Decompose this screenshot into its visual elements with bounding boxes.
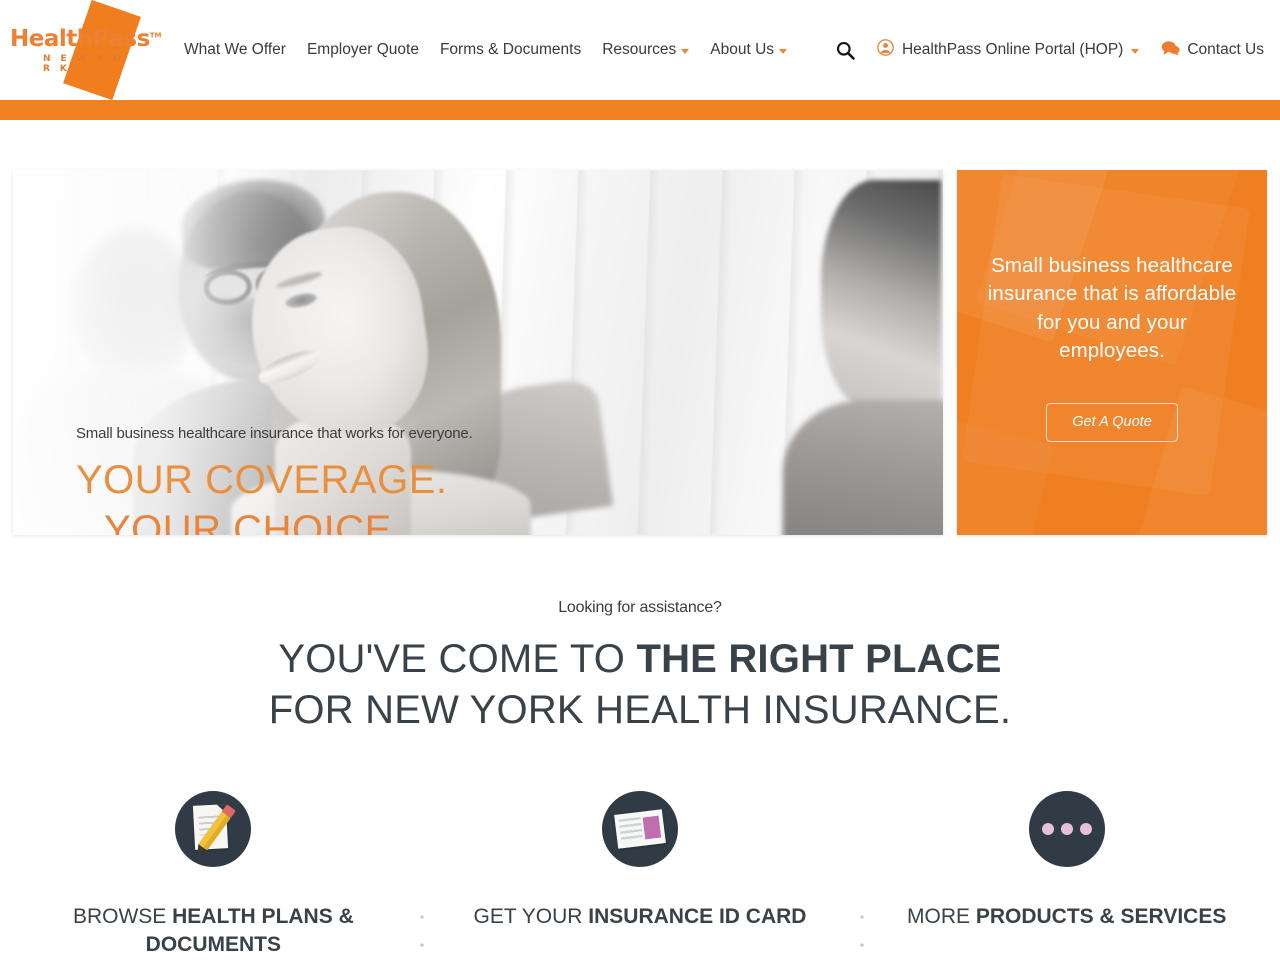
- feature-label-bold: PRODUCTS & SERVICES: [975, 905, 1227, 929]
- hero-headline-line2: YOUR CHOICE.: [104, 508, 404, 535]
- card-lines: [618, 817, 644, 844]
- card-photo-block: [642, 816, 662, 840]
- portal-label: HealthPass Online Portal (HOP): [901, 41, 1124, 58]
- contact-label: Contact Us: [1187, 41, 1264, 58]
- nav-item-employer-quote[interactable]: Employer Quote: [307, 41, 419, 59]
- logo-text: HealthPassTM N E W Y O R K: [10, 26, 162, 75]
- assistance-kicker: Looking for assistance?: [558, 599, 722, 616]
- feature-label: GET YOUR INSURANCE ID CARD: [455, 903, 826, 930]
- dot: [1079, 823, 1092, 836]
- logo-subtitle: N E W Y O R K: [43, 54, 124, 74]
- nav-item-resources[interactable]: Resources: [602, 41, 690, 59]
- chevron-down-icon: [1131, 48, 1140, 54]
- feature-insurance-id-card[interactable]: GET YOUR INSURANCE ID CARD: [427, 791, 854, 958]
- hero-kicker: Small business healthcare insurance that…: [76, 425, 473, 442]
- nav-item-about-us[interactable]: About Us: [710, 41, 788, 59]
- chat-bubbles-icon: [1161, 40, 1180, 61]
- portal-menu[interactable]: HealthPass Online Portal (HOP): [877, 39, 1140, 61]
- hero-photo: Small business healthcare insurance that…: [13, 170, 943, 535]
- accent-bar: [0, 100, 1280, 120]
- nav-label: About Us: [710, 41, 775, 58]
- hero-section: Small business healthcare insurance that…: [0, 120, 1280, 535]
- ellipsis-icon[interactable]: [1028, 791, 1105, 868]
- feature-label-bold: HEALTH PLANS & DOCUMENTS: [145, 905, 354, 956]
- logo-tm: TM: [149, 31, 162, 40]
- nav-label: Resources: [602, 41, 677, 58]
- promo-text: Small business healthcare insurance that…: [987, 254, 1237, 362]
- main-navigation: What We Offer Employer Quote Forms & Doc…: [184, 41, 788, 59]
- nav-label: Employer Quote: [306, 41, 419, 58]
- hero-copy: Small business healthcare insurance that…: [76, 425, 546, 535]
- feature-label: MORE PRODUCTS & SERVICES: [881, 903, 1252, 930]
- hero-headline: YOUR COVERAGE. YOUR CHOICE.: [76, 455, 546, 535]
- dot: [1060, 823, 1073, 836]
- feature-label-bold: INSURANCE ID CARD: [588, 905, 807, 929]
- nav-item-forms-documents[interactable]: Forms & Documents: [440, 41, 581, 59]
- id-card-icon[interactable]: [602, 791, 678, 868]
- assistance-section: Looking for assistance? YOU'VE COME TO T…: [0, 535, 1280, 736]
- document-pencil-icon[interactable]: [175, 791, 252, 868]
- column-divider: [860, 903, 864, 960]
- promo-card: Small business healthcare insurance that…: [957, 170, 1267, 535]
- site-logo[interactable]: HealthPassTM N E W Y O R K: [0, 0, 162, 101]
- nav-label: What We Offer: [184, 41, 286, 58]
- chevron-down-icon: [681, 48, 690, 54]
- dot: [1041, 823, 1054, 836]
- logo-wordmark: HealthPassTM: [10, 26, 162, 52]
- chevron-down-icon: [779, 48, 788, 54]
- feature-columns: BROWSE HEALTH PLANS & DOCUMENTS GET YOUR…: [0, 791, 1280, 960]
- search-icon[interactable]: [836, 41, 855, 60]
- card-shape: [614, 809, 666, 850]
- assistance-heading-bold: THE RIGHT PLACE: [636, 637, 1002, 681]
- feature-products-services[interactable]: MORE PRODUCTS & SERVICES: [853, 791, 1280, 958]
- nav-item-what-we-offer[interactable]: What We Offer: [184, 41, 286, 59]
- assistance-heading-line2: FOR NEW YORK HEALTH INSURANCE.: [268, 688, 1012, 733]
- get-a-quote-button[interactable]: Get A Quote: [1046, 403, 1178, 443]
- assistance-heading-part1: YOU'VE COME TO: [278, 637, 637, 681]
- hero-headline-line1: YOUR COVERAGE.: [76, 458, 448, 502]
- column-divider: [420, 903, 424, 960]
- contact-us-link[interactable]: Contact Us: [1161, 40, 1264, 61]
- feature-label-light: GET YOUR: [473, 905, 589, 929]
- feature-label: BROWSE HEALTH PLANS & DOCUMENTS: [28, 903, 399, 958]
- feature-browse-plans[interactable]: BROWSE HEALTH PLANS & DOCUMENTS: [0, 791, 427, 958]
- feature-label-light: BROWSE: [72, 905, 173, 929]
- header-utilities: HealthPass Online Portal (HOP) Contact U…: [836, 0, 1264, 100]
- site-header: HealthPassTM N E W Y O R K What We Offer…: [0, 0, 1280, 101]
- ellipsis-dots: [1029, 823, 1105, 836]
- promo-content: Small business healthcare insurance that…: [957, 170, 1267, 443]
- assistance-heading: YOU'VE COME TO THE RIGHT PLACE FOR NEW Y…: [0, 634, 1280, 736]
- user-circle-icon: [877, 39, 894, 61]
- feature-label-light: MORE: [907, 905, 976, 929]
- nav-label: Forms & Documents: [439, 41, 582, 58]
